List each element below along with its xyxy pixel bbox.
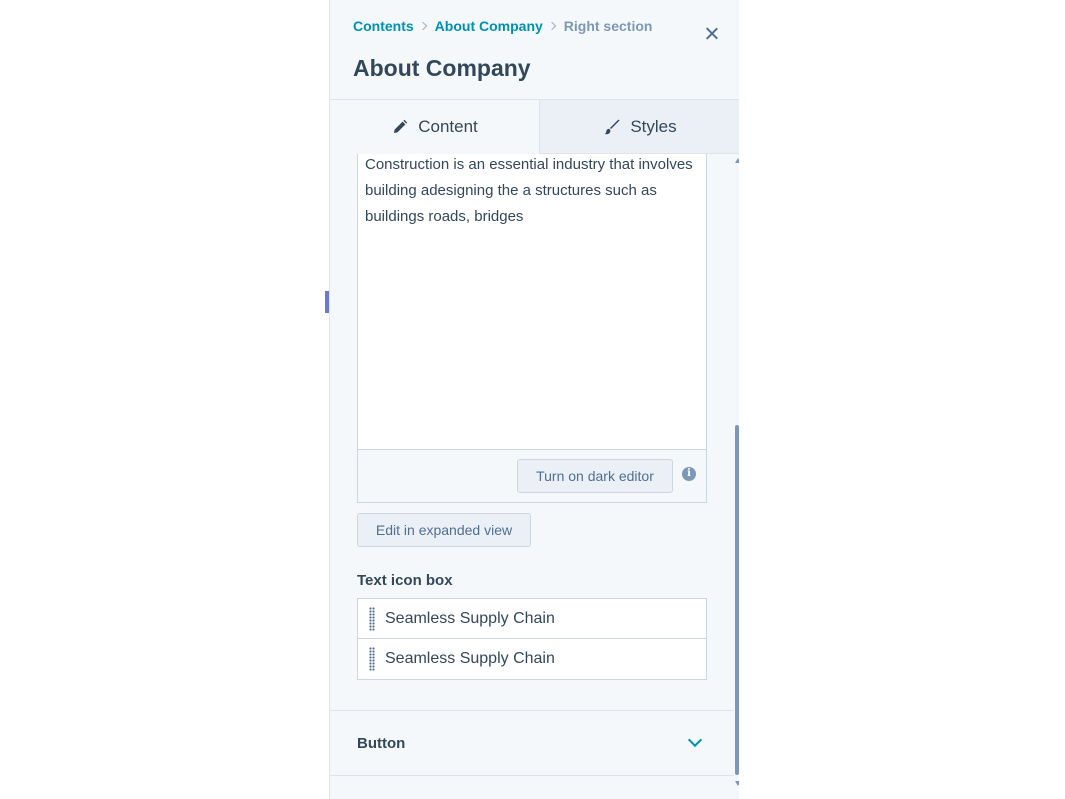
dark-editor-button[interactable]: Turn on dark editor: [517, 459, 673, 493]
pencil-icon: [394, 119, 408, 133]
drag-handle-icon[interactable]: [369, 607, 375, 631]
tab-content[interactable]: Content: [330, 100, 539, 154]
breadcrumb-contents[interactable]: Contents: [353, 18, 414, 34]
close-icon[interactable]: [703, 25, 721, 43]
tab-styles[interactable]: Styles: [539, 100, 739, 154]
text-icon-box-label: Text icon box: [357, 572, 453, 589]
editor-text[interactable]: Construction is an essential industry th…: [365, 152, 695, 230]
list-item-label: Seamless Supply Chain: [385, 609, 555, 627]
breadcrumb-about-company[interactable]: About Company: [435, 18, 543, 34]
breadcrumb-current: Right section: [563, 18, 653, 34]
editor-footer: Turn on dark editor i: [358, 449, 706, 502]
breadcrumb: Contents About Company Right section: [353, 18, 652, 34]
info-icon[interactable]: i: [682, 467, 696, 481]
panel-header: Contents About Company Right section Abo…: [330, 0, 739, 100]
expanded-view-button[interactable]: Edit in expanded view: [357, 513, 531, 547]
list-item[interactable]: Seamless Supply Chain: [358, 639, 706, 679]
scroll-up-arrow-icon[interactable]: [735, 158, 739, 163]
chevron-down-icon[interactable]: [687, 732, 703, 748]
tab-bar: Content Styles: [330, 99, 739, 154]
brush-icon: [604, 119, 620, 134]
scrollbar-thumb[interactable]: [735, 425, 739, 775]
button-accordion[interactable]: Button: [330, 710, 734, 776]
button-section-label: Button: [357, 735, 406, 752]
breadcrumb-separator-icon: [418, 21, 427, 31]
page-title: About Company: [353, 55, 531, 81]
sidebar-panel: Contents About Company Right section Abo…: [329, 0, 739, 799]
list-item[interactable]: Seamless Supply Chain: [358, 599, 706, 639]
list-item-label: Seamless Supply Chain: [385, 650, 555, 667]
scroll-down-arrow-icon[interactable]: [735, 781, 739, 786]
drag-handle-icon[interactable]: [369, 647, 375, 671]
text-icon-box-list: Seamless Supply Chain Seamless Supply Ch…: [357, 598, 707, 680]
breadcrumb-separator-icon: [547, 21, 557, 31]
rich-text-editor[interactable]: Construction is an essential industry th…: [357, 154, 707, 503]
tab-styles-label: Styles: [630, 116, 677, 136]
tab-content-label: Content: [418, 117, 478, 136]
